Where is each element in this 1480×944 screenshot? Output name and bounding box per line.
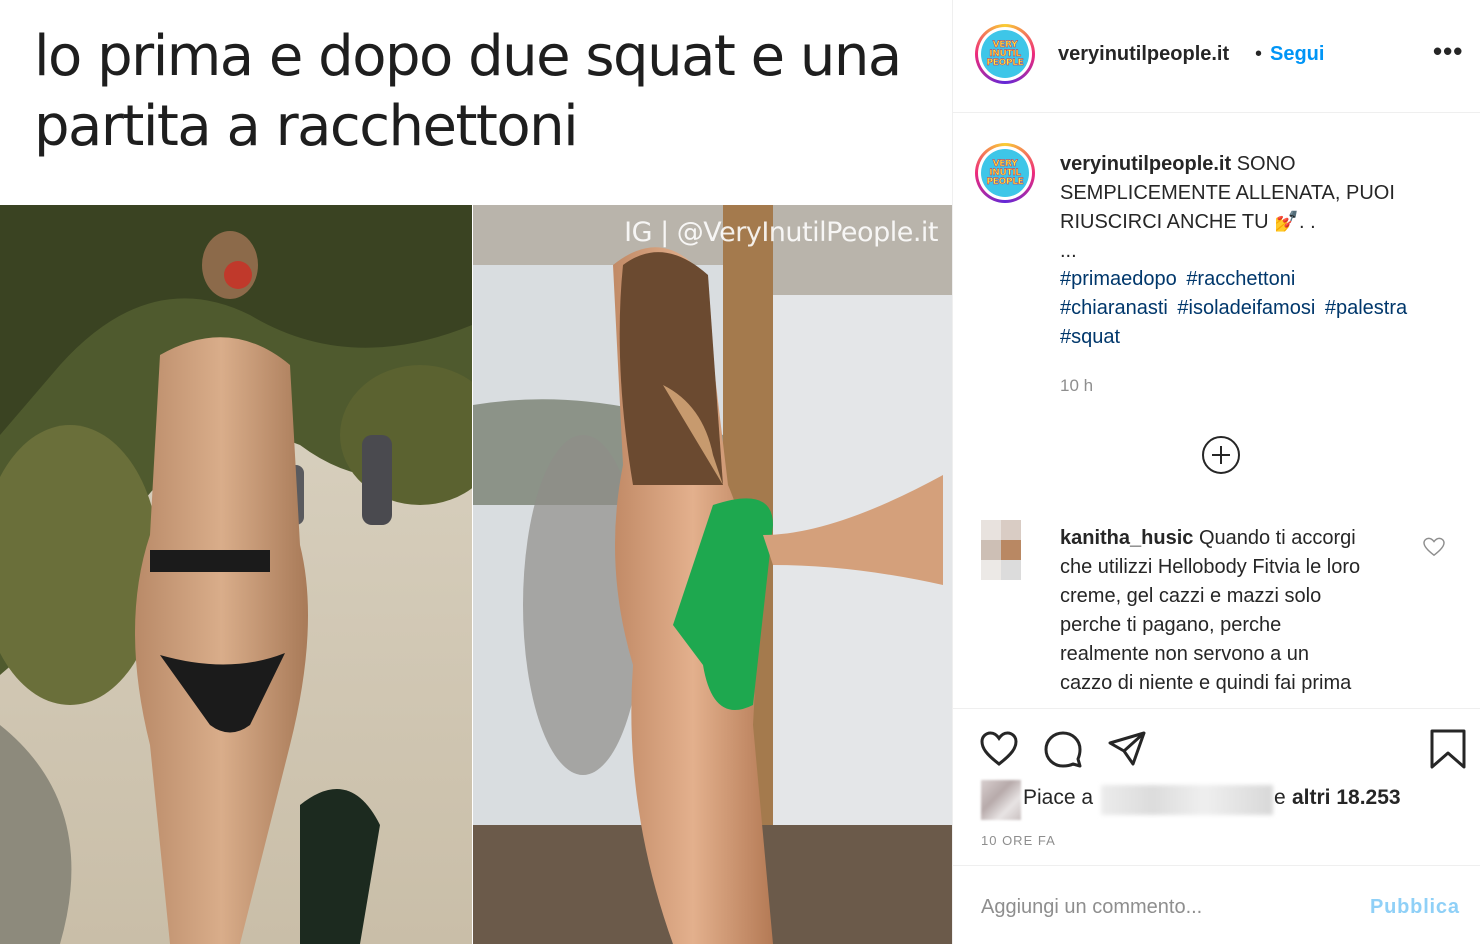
comments-scroll-area[interactable]: VERY INUTIL PEOPLE veryinutilpeople.it S…	[953, 113, 1480, 708]
comment-username-link[interactable]: kanitha_husic	[1060, 527, 1193, 549]
hashtag-link[interactable]: #primaedopo	[1060, 268, 1177, 290]
liker-avatar[interactable]	[981, 780, 1021, 820]
post-media[interactable]: lo prima e dopo due squat e una partita …	[0, 0, 952, 944]
likes-prefix: Piace a	[1023, 786, 1094, 809]
comment-text: che utilizzi Hellobody Fitvia le loro	[1060, 556, 1361, 578]
heart-icon[interactable]	[979, 729, 1019, 769]
hashtag-link[interactable]: #racchettoni	[1186, 268, 1295, 290]
header-separator: •	[1255, 43, 1263, 65]
plus-circle-icon[interactable]	[1202, 436, 1240, 474]
comment-text: realmente non servono a un	[1060, 643, 1310, 665]
share-icon[interactable]	[1107, 729, 1147, 769]
comment-input[interactable]	[981, 892, 1361, 922]
hashtag-link[interactable]: #palestra	[1325, 297, 1407, 319]
profile-avatar[interactable]: VERY INUTIL PEOPLE	[975, 24, 1035, 84]
caption-text: SONO	[1231, 153, 1296, 175]
post-actions: Piace a e altri 18.253 10 ORE FA Pubblic…	[953, 708, 1480, 944]
comment-line: kanitha_husic Quando ti accorgi	[1060, 524, 1460, 553]
logo-word: PEOPLE	[986, 176, 1024, 187]
caption-timestamp[interactable]: 10 h	[1060, 376, 1093, 396]
more-options-icon[interactable]: •••	[1433, 36, 1463, 67]
caption-text: SEMPLICEMENTE ALLENATA, PUOI	[1060, 182, 1395, 204]
caption-avatar[interactable]: VERY INUTIL PEOPLE	[975, 143, 1035, 203]
bookmark-icon[interactable]	[1428, 729, 1468, 769]
hashtag-link[interactable]: #isoladeifamosi	[1177, 297, 1315, 319]
photo-before	[0, 205, 472, 944]
brand-logo: VERY INUTIL PEOPLE	[981, 30, 1029, 78]
post-side-panel: VERY INUTIL PEOPLE veryinutilpeople.it •…	[952, 0, 1480, 944]
hashtag-list: #primaedopo #racchettoni #chiaranasti #i…	[1060, 265, 1470, 352]
header-username-link[interactable]: veryinutilpeople.it	[1058, 43, 1229, 66]
likes-conjunction: e	[1274, 786, 1286, 809]
meme-caption: lo prima e dopo due squat e una partita …	[34, 22, 934, 162]
meme-caption-line-2: partita a racchettoni	[34, 94, 579, 159]
caption-text: ...	[1060, 240, 1077, 262]
caption-line: veryinutilpeople.it SONO	[1060, 150, 1460, 179]
publish-button[interactable]: Pubblica	[1370, 896, 1460, 919]
hashtag-link[interactable]: #squat	[1060, 326, 1120, 348]
comment-icon[interactable]	[1043, 729, 1083, 769]
hashtag-link[interactable]: #chiaranasti	[1060, 297, 1168, 319]
photo-after: IG | @VeryInutilPeople.it	[473, 205, 952, 944]
comment-text: cazzo di niente e quindi fai prima	[1060, 672, 1352, 694]
post-header: VERY INUTIL PEOPLE veryinutilpeople.it •…	[953, 0, 1480, 113]
caption-username-link[interactable]: veryinutilpeople.it	[1060, 153, 1231, 175]
comment-like-heart-icon[interactable]	[1423, 537, 1445, 557]
comment-text: perche ti pagano, perche	[1060, 614, 1282, 636]
likes-count-link[interactable]: altri 18.253	[1292, 786, 1401, 810]
comment-text: creme, gel cazzi e mazzi solo	[1060, 585, 1322, 607]
comment-text: Quando ti accorgi	[1193, 527, 1356, 549]
add-comment-bar: Pubblica	[953, 865, 1480, 944]
post-timestamp[interactable]: 10 ORE FA	[981, 833, 1056, 848]
liker-username-redacted[interactable]	[1101, 785, 1273, 815]
watermark: IG | @VeryInutilPeople.it	[624, 217, 938, 248]
brand-logo: VERY INUTIL PEOPLE	[981, 149, 1029, 197]
caption-text: RIUSCIRCI ANCHE TU 💅. .	[1060, 211, 1316, 233]
logo-word: PEOPLE	[986, 57, 1024, 68]
meme-caption-line-1: lo prima e dopo due squat e una	[34, 24, 902, 89]
follow-button[interactable]: Segui	[1270, 43, 1324, 66]
comment-avatar[interactable]	[981, 520, 1021, 580]
